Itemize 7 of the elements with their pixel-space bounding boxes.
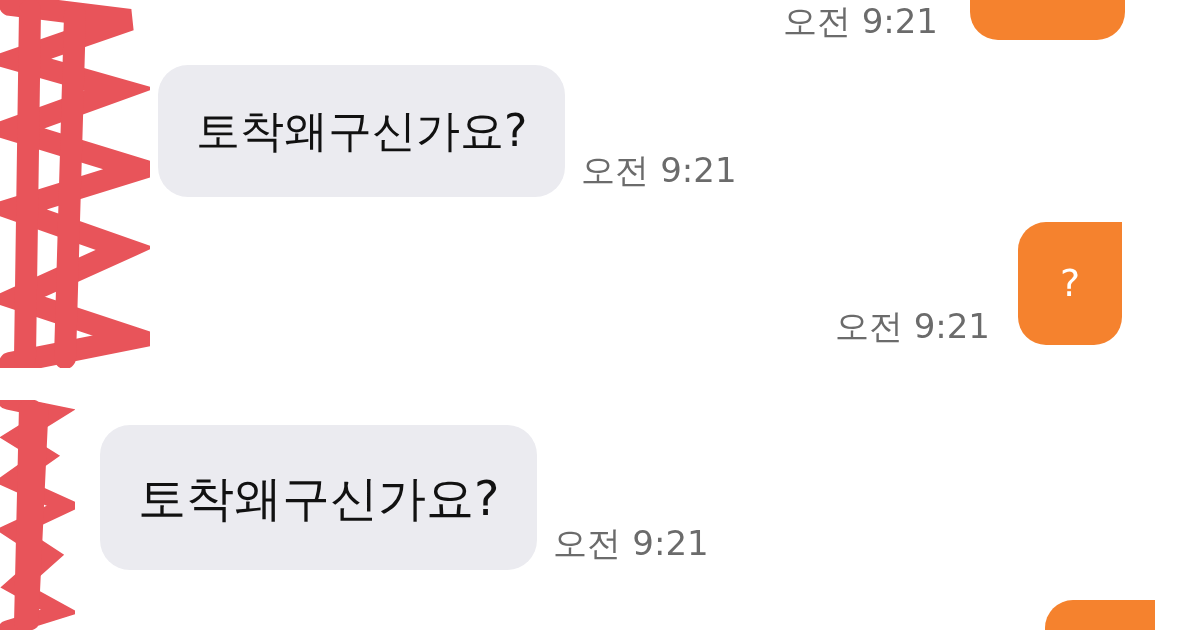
message-time: 오전 9:21 bbox=[782, 4, 938, 38]
message-time: 오전 9:21 bbox=[553, 526, 709, 560]
outgoing-message-bubble: ? bbox=[1018, 222, 1122, 345]
message-time: 오전 9:21 bbox=[581, 153, 737, 187]
incoming-message-bubble: 토착왜구신가요? bbox=[158, 65, 566, 197]
message-time: 오전 9:21 bbox=[834, 309, 990, 343]
incoming-message-bubble: 토착왜구신가요? bbox=[100, 425, 538, 570]
